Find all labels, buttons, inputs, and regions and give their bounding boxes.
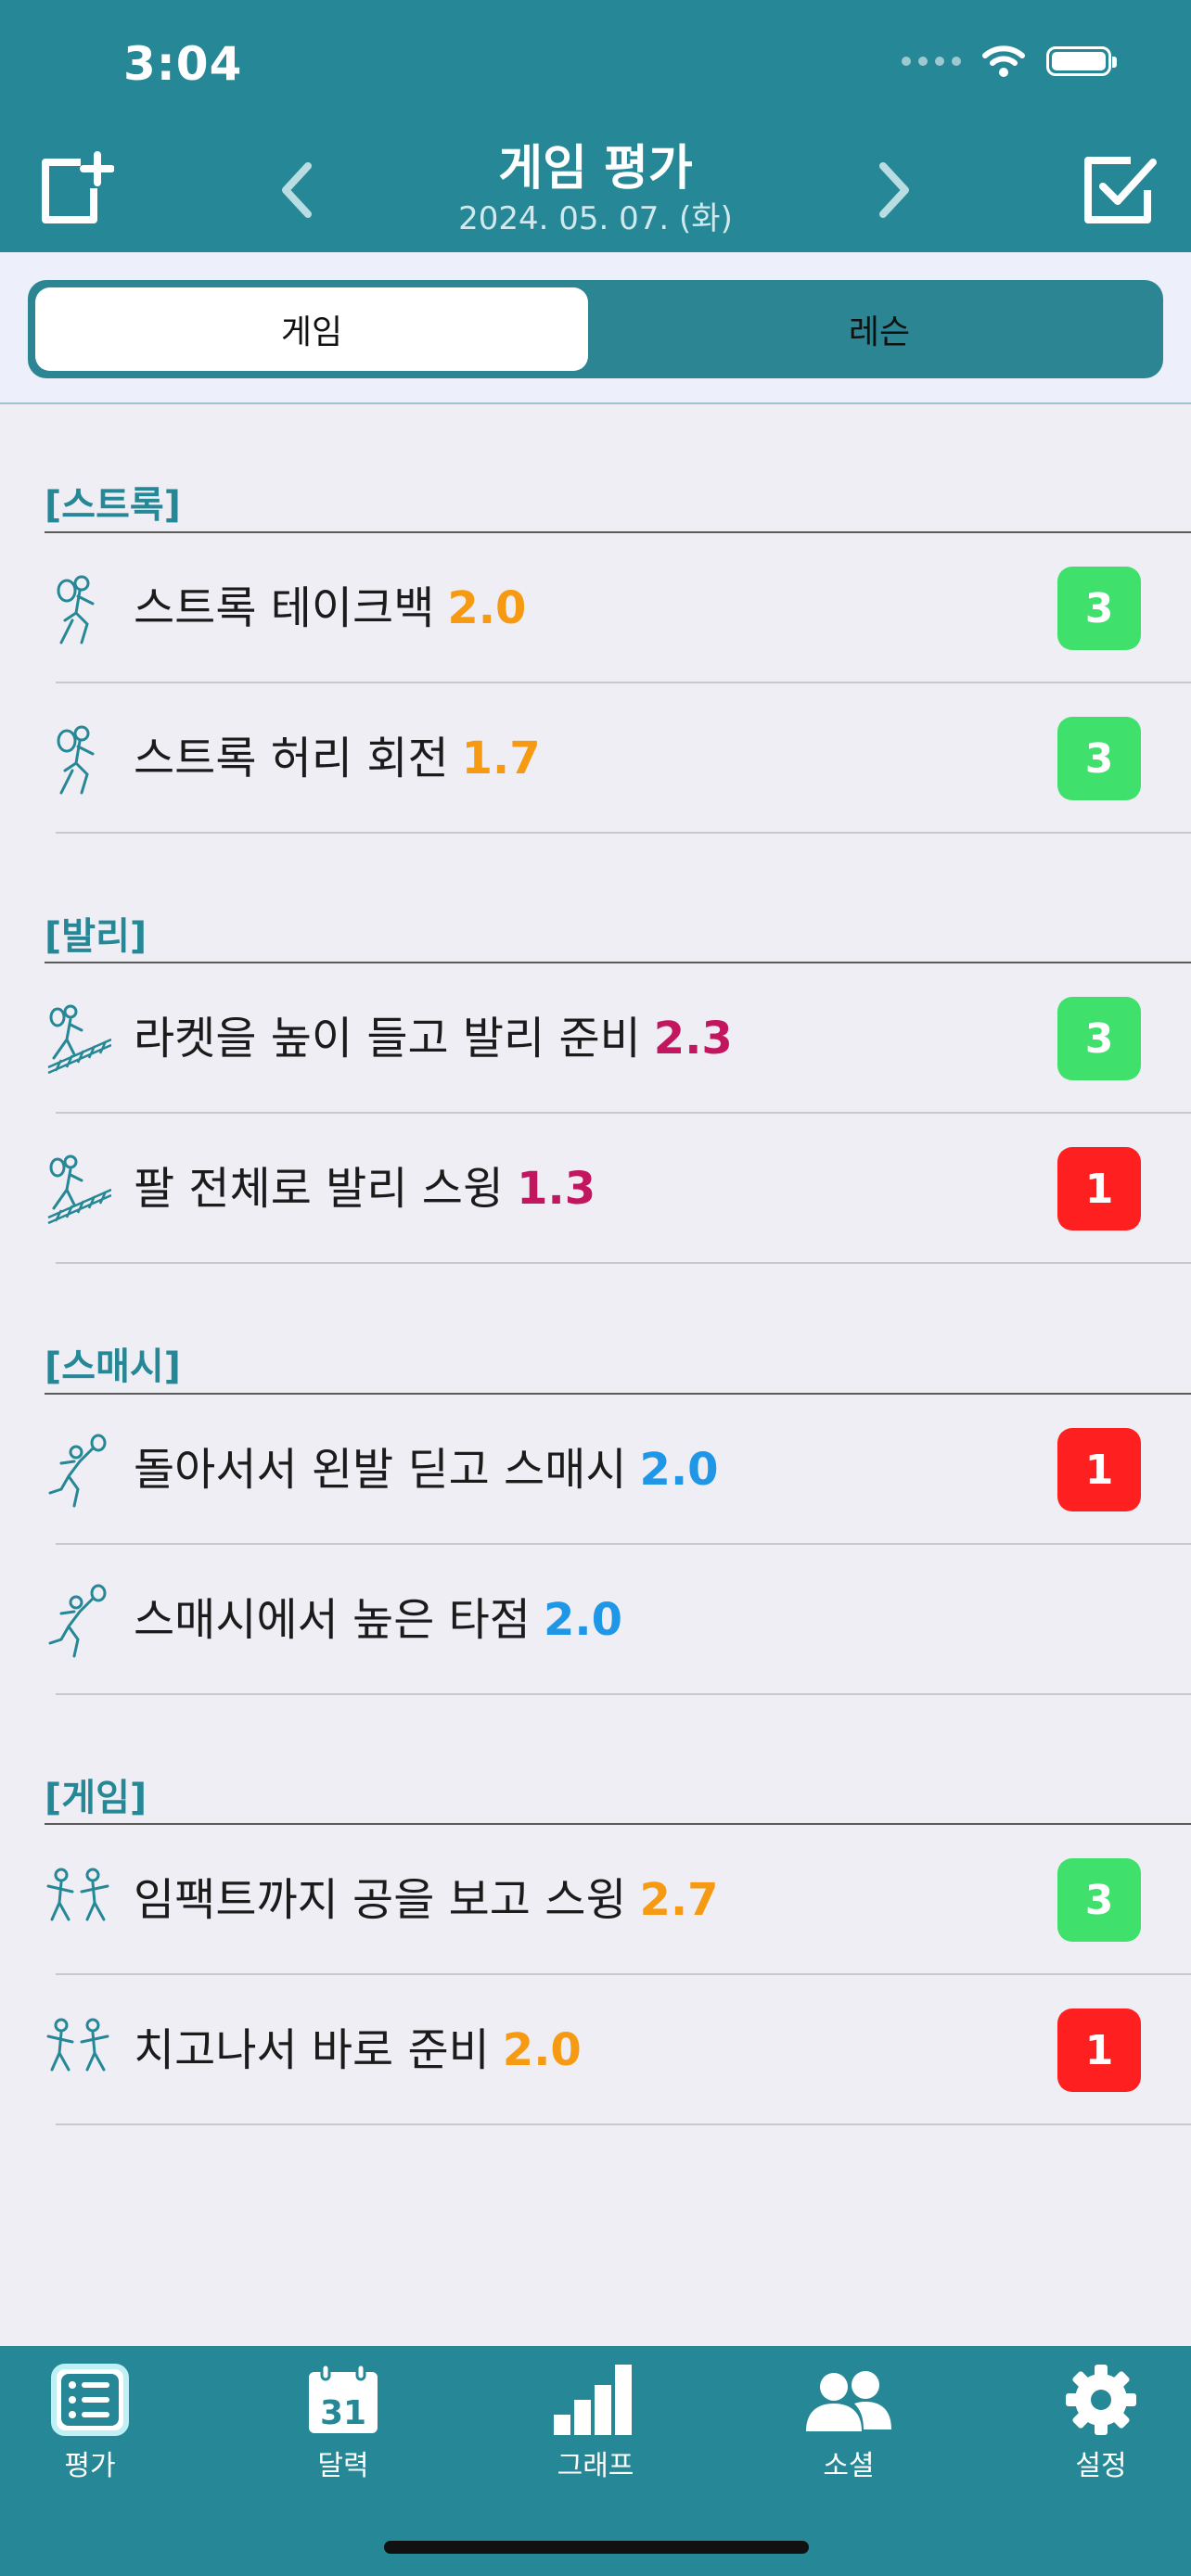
list-item[interactable]: 스매시에서 높은 타점 2.0 (45, 1545, 1191, 1695)
tab-label: 소셜 (823, 2450, 875, 2482)
rating-badge: 3 (1057, 717, 1141, 800)
list-icon (51, 2364, 129, 2436)
row-divider (56, 2123, 1191, 2125)
item-label: 스트록 테이크백 2.0 (134, 582, 527, 634)
checkbox-icon (1084, 157, 1157, 223)
item-label: 임팩트까지 공을 보고 스윙 2.7 (134, 1874, 719, 1926)
list-item[interactable]: 임팩트까지 공을 보고 스윙 2.7 3 (45, 1825, 1191, 1975)
smash-player-icon (48, 1584, 107, 1658)
list-item[interactable]: 치고나서 바로 준비 2.0 1 (45, 1975, 1191, 2125)
item-label: 라켓을 높이 들고 발리 준비 2.3 (134, 1013, 733, 1065)
section-title-volley: [발리] (45, 915, 147, 958)
item-score: 1.3 (517, 1163, 596, 1215)
tab-label: 달력 (317, 2450, 369, 2482)
item-score: 2.0 (639, 1444, 719, 1496)
item-label: 돌아서서 왼발 딛고 스매시 2.0 (134, 1444, 719, 1496)
row-divider (56, 1262, 1191, 1264)
item-score: 2.7 (639, 1874, 719, 1926)
row-divider (56, 832, 1191, 834)
item-label: 치고나서 바로 준비 2.0 (134, 2024, 582, 2076)
item-score: 1.7 (461, 733, 541, 784)
item-label: 스트록 허리 회전 1.7 (134, 733, 541, 784)
item-label: 팔 전체로 발리 스윙 1.3 (134, 1163, 596, 1215)
wifi-icon (982, 45, 1025, 77)
item-score: 2.0 (502, 2024, 582, 2076)
tab-evaluation[interactable]: 평가 (2, 2363, 178, 2483)
section-title-stroke: [스트록] (45, 484, 181, 527)
smash-player-icon (48, 1434, 107, 1508)
segment-game[interactable]: 게임 (35, 287, 588, 371)
tab-graph[interactable]: 그래프 (507, 2363, 684, 2483)
bar-chart-icon (554, 2365, 632, 2435)
checklist-button[interactable] (1076, 148, 1159, 232)
rating-badge: 3 (1057, 1858, 1141, 1942)
cellular-signal-icon (902, 57, 961, 66)
status-icons (902, 45, 1117, 78)
rating-badge: 3 (1057, 997, 1141, 1080)
doubles-players-icon (46, 1868, 109, 1921)
section-title-smash: [스매시] (45, 1345, 181, 1388)
list-item[interactable]: 스트록 허리 회전 1.7 3 (45, 683, 1191, 834)
segmented-control: 게임 레슨 (28, 280, 1163, 378)
item-label: 스매시에서 높은 타점 2.0 (134, 1594, 622, 1646)
tab-settings[interactable]: 설정 (1013, 2363, 1189, 2483)
doubles-players-icon (46, 2018, 109, 2072)
gear-icon (1066, 2365, 1136, 2435)
tab-label: 설정 (1075, 2450, 1127, 2482)
list-item[interactable]: 라켓을 높이 들고 발리 준비 2.3 3 (45, 963, 1191, 1114)
item-score: 2.3 (653, 1013, 733, 1065)
people-icon (806, 2371, 891, 2431)
segment-lesson[interactable]: 레슨 (603, 287, 1156, 371)
chevron-right-icon (879, 162, 909, 218)
rating-badge: 1 (1057, 1147, 1141, 1231)
section-title-game: [게임] (45, 1777, 147, 1819)
header-title-block: 게임 평가 2024. 05. 07. (화) (0, 139, 1191, 239)
tab-social[interactable]: 소셜 (761, 2363, 937, 2483)
tab-calendar[interactable]: 31 달력 (255, 2363, 431, 2483)
list-item[interactable]: 팔 전체로 발리 스윙 1.3 1 (45, 1114, 1191, 1264)
battery-icon (1046, 46, 1117, 76)
segment-area: 게임 레슨 (0, 252, 1191, 404)
stroke-player-icon (57, 725, 95, 795)
rating-badge: 1 (1057, 1428, 1141, 1511)
tab-label: 그래프 (557, 2450, 634, 2482)
volley-net-icon (46, 1154, 111, 1225)
page-title: 게임 평가 (498, 141, 693, 197)
row-divider (56, 1693, 1191, 1695)
rating-badge: 1 (1057, 2009, 1141, 2092)
svg-text:31: 31 (320, 2394, 366, 2432)
tab-label: 평가 (64, 2450, 116, 2482)
list-item[interactable]: 스트록 테이크백 2.0 3 (45, 533, 1191, 683)
status-time: 3:04 (123, 37, 243, 91)
date-label: 2024. 05. 07. (화) (458, 200, 733, 237)
volley-net-icon (46, 1004, 111, 1075)
calendar-icon: 31 (309, 2363, 378, 2433)
item-score: 2.0 (543, 1594, 622, 1646)
item-score: 2.0 (447, 582, 527, 634)
header-bar: 3:04 게임 평가 2024. 05. 07. (화) (0, 0, 1191, 252)
home-indicator (384, 2541, 809, 2554)
next-date-button[interactable] (866, 148, 922, 232)
stroke-player-icon (57, 575, 95, 644)
rating-badge: 3 (1057, 567, 1141, 650)
list-item[interactable]: 돌아서서 왼발 딛고 스매시 2.0 1 (45, 1395, 1191, 1545)
